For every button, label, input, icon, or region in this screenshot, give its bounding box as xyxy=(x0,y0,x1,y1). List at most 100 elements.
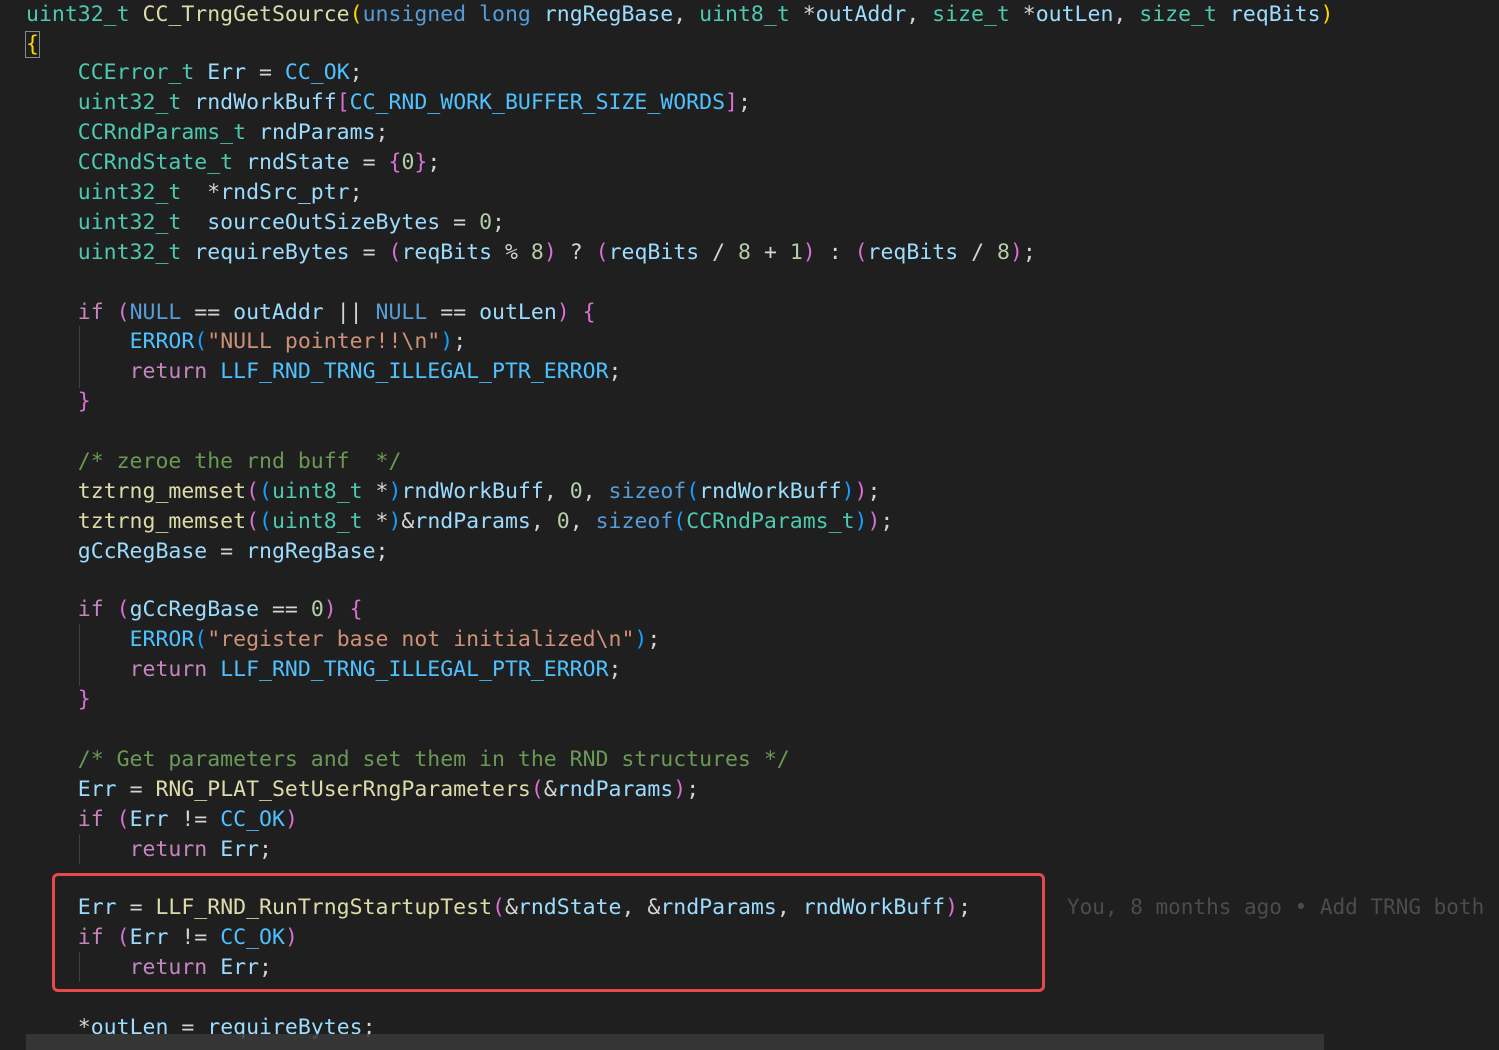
code-token: , xyxy=(543,479,570,504)
code-token-control: return xyxy=(129,657,208,682)
code-line[interactable]: CCRndState_t rndState = {0}; xyxy=(26,148,441,178)
code-token-type: CCRndParams_t xyxy=(77,120,247,145)
code-token-type: uint8_t xyxy=(271,479,363,504)
code-token-variable: outAddr xyxy=(815,2,907,27)
code-token: ; xyxy=(1022,240,1036,265)
code-line[interactable]: Err = RNG_PLAT_SetUserRngParameters(&rnd… xyxy=(26,775,699,805)
code-line[interactable]: if (Err != CC_OK) xyxy=(26,805,298,835)
code-token: * xyxy=(789,2,816,27)
code-line[interactable]: uint32_t *rndSrc_ptr; xyxy=(26,178,363,208)
code-line[interactable]: uint32_t sourceOutSizeBytes = 0; xyxy=(26,208,505,238)
code-token-comment: /* Get parameters and set them in the RN… xyxy=(77,747,790,772)
code-token-bracket_blue: ( xyxy=(673,509,687,534)
code-token: ; xyxy=(375,120,389,145)
code-token-bracket_purple: ) xyxy=(543,240,557,265)
code-line[interactable]: CCError_t Err = CC_OK; xyxy=(26,58,363,88)
code-token-type: uint8_t xyxy=(271,509,363,534)
code-line[interactable]: ERROR("NULL pointer!!\n"); xyxy=(26,327,467,357)
code-token-keyword: sizeof xyxy=(608,479,687,504)
code-line[interactable]: tztrng_memset((uint8_t *)&rndParams, 0, … xyxy=(26,507,894,537)
code-editor[interactable]: uint32_t CC_TrngGetSource(unsigned long … xyxy=(0,0,1499,1050)
code-line[interactable]: } xyxy=(26,685,91,715)
code-line[interactable]: if (gCcRegBase == 0) { xyxy=(26,595,363,625)
code-line[interactable]: CCRndParams_t rndParams; xyxy=(26,118,389,148)
code-token-macro: CC_RND_WORK_BUFFER_SIZE_WORDS xyxy=(349,90,726,115)
code-token: = xyxy=(349,150,389,175)
code-token: ; xyxy=(349,180,363,205)
code-line[interactable]: return LLF_RND_TRNG_ILLEGAL_PTR_ERROR; xyxy=(26,357,622,387)
code-token: * xyxy=(1009,2,1036,27)
code-token-variable: rndParams xyxy=(259,120,376,145)
code-token: , xyxy=(1113,2,1140,27)
code-token-number: 8 xyxy=(738,240,751,265)
code-token: = xyxy=(116,777,156,802)
code-token-variable: rndParams xyxy=(556,777,674,802)
horizontal-scrollbar[interactable] xyxy=(26,1034,1324,1050)
code-token-number: 0 xyxy=(310,597,324,622)
code-token-bracket_blue: ) xyxy=(841,479,855,504)
code-token-macro: ERROR xyxy=(129,627,195,652)
code-token-variable: rndWorkBuff xyxy=(194,90,337,115)
code-token-type: CCError_t xyxy=(77,60,195,85)
code-token-type: size_t xyxy=(932,2,1010,27)
code-token-bracket_gold: ( xyxy=(349,2,363,27)
code-line[interactable]: /* Get parameters and set them in the RN… xyxy=(26,745,790,775)
code-token-variable: reqBits xyxy=(401,240,493,265)
code-token-bracket_purple: ) xyxy=(802,240,816,265)
code-token-bracket_purple: ) xyxy=(284,807,298,832)
code-token-macro: LLF_RND_TRNG_ILLEGAL_PTR_ERROR xyxy=(220,359,609,384)
code-token-bracket_purple: [ xyxy=(336,90,350,115)
code-line[interactable]: uint32_t requireBytes = (reqBits % 8) ? … xyxy=(26,238,1036,268)
code-token: & xyxy=(401,509,415,534)
code-token-control: return xyxy=(129,359,208,384)
code-token-type: CCRndState_t xyxy=(77,150,234,175)
code-line[interactable]: } xyxy=(26,387,91,417)
code-line[interactable]: uint32_t rndWorkBuff[CC_RND_WORK_BUFFER_… xyxy=(26,88,751,118)
code-line[interactable]: tztrng_memset((uint8_t *)rndWorkBuff, 0,… xyxy=(26,477,881,507)
code-token: ; xyxy=(608,359,622,384)
code-line[interactable]: uint32_t CC_TrngGetSource(unsigned long … xyxy=(26,0,1333,30)
code-token-variable: rndWorkBuff xyxy=(699,479,842,504)
code-line[interactable]: if (NULL == outAddr || NULL == outLen) { xyxy=(26,298,596,328)
code-token: : xyxy=(815,240,855,265)
code-line[interactable]: ERROR("register base not initialized\n")… xyxy=(26,625,661,655)
code-token: == xyxy=(427,300,480,325)
code-line[interactable]: return LLF_RND_TRNG_ILLEGAL_PTR_ERROR; xyxy=(26,655,622,685)
code-token-function: tztrng_memset xyxy=(77,509,247,534)
code-token-type: uint8_t xyxy=(699,2,790,27)
code-token-bracket_purple: ( xyxy=(116,597,130,622)
code-token-variable: rndParams xyxy=(414,509,531,534)
code-token-string: "register base not initialized\n" xyxy=(207,627,635,652)
code-token: ; xyxy=(492,210,505,235)
code-token-type: size_t xyxy=(1139,2,1217,27)
code-line[interactable]: gCcRegBase = rngRegBase; xyxy=(26,537,389,567)
code-token: & xyxy=(543,777,557,802)
code-token-variable: gCcRegBase xyxy=(129,597,260,622)
code-line[interactable]: { xyxy=(25,30,40,60)
code-token-bracket_blue: ) xyxy=(854,509,868,534)
code-token: = xyxy=(207,539,247,564)
code-token-function: tztrng_memset xyxy=(77,479,247,504)
code-line[interactable]: /* zeroe the rnd buff */ xyxy=(26,447,402,477)
code-token-variable: rndWorkBuff xyxy=(401,479,544,504)
code-token-number: 0 xyxy=(479,210,493,235)
code-line[interactable]: return Err; xyxy=(26,835,272,865)
code-token-number: 1 xyxy=(789,240,803,265)
